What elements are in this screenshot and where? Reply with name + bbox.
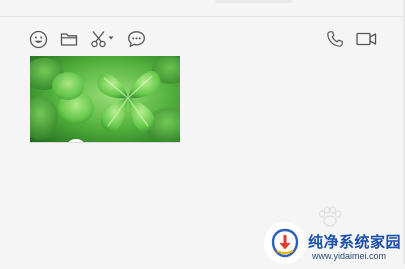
send-file-button[interactable]: [59, 29, 79, 49]
emoji-icon: [29, 30, 47, 48]
top-divider-strip: [0, 0, 405, 17]
quick-reply-button[interactable]: [126, 29, 146, 49]
video-icon: [355, 32, 376, 46]
sent-image-clover[interactable]: [30, 56, 180, 143]
watermark-url: www.yidaimei.com: [312, 251, 387, 261]
chevron-down-icon[interactable]: [108, 35, 114, 41]
clover-photo: [30, 56, 180, 142]
emoji-button[interactable]: [28, 29, 48, 49]
folder-icon: [60, 33, 78, 46]
chat-bubble-icon: [127, 31, 145, 47]
chat-input-toolbar: [0, 26, 403, 52]
scroll-nub[interactable]: [215, 0, 293, 3]
video-call-button[interactable]: [355, 29, 377, 49]
phone-icon: [327, 31, 343, 47]
site-watermark: 纯净系统家园 www.yidaimei.com: [258, 212, 403, 264]
voice-call-button[interactable]: [325, 29, 345, 49]
screenshot-button[interactable]: [89, 29, 115, 49]
scissors-icon: [91, 31, 106, 48]
watermark-logo-circle: [264, 222, 306, 264]
watermark-title: 纯净系统家园: [308, 234, 402, 251]
download-shield-icon: [271, 228, 299, 258]
